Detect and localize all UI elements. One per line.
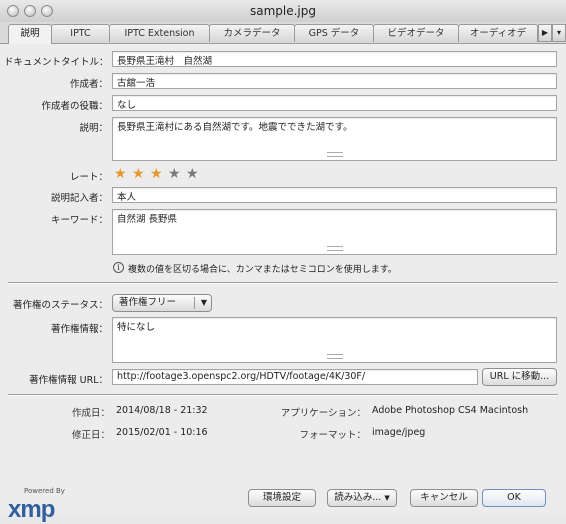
star-icon[interactable]: ★ [132,167,150,181]
keywords-text: 自然湖 長野県 [117,214,178,225]
import-button[interactable]: 読み込み... ▼ [327,489,397,507]
format-value: image/jpeg [372,427,426,438]
section-divider [8,282,558,284]
copyright-status-label: 著作権のステータス： [12,300,108,311]
modified-value: 2015/02/01 - 10:16 [116,427,208,438]
modified-label: 修正日： [71,430,110,441]
format-label: フォーマット： [299,430,366,441]
description-panel: ドキュメントタイトル： 長野県王滝村 自然湖 作成者： 古舘一浩 作成者の役職：… [0,44,566,523]
rating-stars: ★ ★ ★ ★ ★ [114,167,204,181]
keywords-textarea[interactable]: 自然湖 長野県 [112,209,557,255]
star-icon[interactable]: ★ [186,167,204,181]
keywords-label: キーワード： [50,215,108,226]
tab-scroll-right-icon[interactable]: ▶ [538,24,552,42]
description-text: 長野県王滝村にある自然湖です。地震でできた湖です。 [117,122,353,133]
xmp-logo: xmp [8,496,55,523]
star-icon[interactable]: ★ [168,167,186,181]
ok-button[interactable]: OK [482,489,546,507]
resize-grip-icon[interactable] [326,246,343,251]
tab-bar: 説明 IPTC IPTC Extension カメラデータ GPS データ ビデ… [0,22,566,44]
tab-menu-icon[interactable]: ▾ [552,24,566,42]
chevron-down-icon: ▼ [384,494,390,502]
created-value: 2014/08/18 - 21:32 [116,405,208,416]
description-writer-label: 説明記入者： [50,193,108,204]
copyright-notice-text: 特になし [117,322,156,333]
copyright-status-value: 著作権フリー [119,297,177,308]
powered-by-text: Powered By [24,487,65,495]
author-title-label: 作成者の役職： [41,101,108,112]
author-field[interactable]: 古舘一浩 [112,73,557,89]
keywords-hint: 複数の値を区切る場合に、カンマまたはセミコロンを使用します。 [128,265,397,275]
preferences-button[interactable]: 環境設定 [248,489,316,507]
tab-description[interactable]: 説明 [8,24,52,44]
tab-iptc[interactable]: IPTC [51,24,110,42]
description-writer-field[interactable]: 本人 [112,187,557,203]
tab-camera-data[interactable]: カメラデータ [209,24,295,42]
resize-grip-icon[interactable] [326,354,343,359]
application-label: アプリケーション： [280,408,366,419]
tab-audio-data[interactable]: オーディオデ [458,24,538,42]
copyright-notice-textarea[interactable]: 特になし [112,317,557,363]
window-titlebar: sample.jpg [0,0,566,23]
copyright-url-label: 著作権情報 URL： [29,375,108,386]
import-button-label: 読み込み... [334,492,382,503]
resize-grip-icon[interactable] [326,152,343,157]
tab-video-data[interactable]: ビデオデータ [373,24,459,42]
cancel-button[interactable]: キャンセル [410,489,478,507]
window-title: sample.jpg [249,4,316,18]
copyright-url-field[interactable]: http://footage3.openspc2.org/HDTV/footag… [112,369,478,385]
document-title-field[interactable]: 長野県王滝村 自然湖 [112,51,557,67]
star-icon[interactable]: ★ [114,167,132,181]
copyright-status-select[interactable]: 著作権フリー ▼ [112,294,212,312]
description-textarea[interactable]: 長野県王滝村にある自然湖です。地震でできた湖です。 [112,117,557,161]
document-title-label: ドキュメントタイトル： [4,57,109,68]
author-title-field[interactable]: なし [112,95,557,111]
copyright-notice-label: 著作権情報： [50,324,108,335]
star-icon[interactable]: ★ [150,167,168,181]
description-label: 説明： [79,123,108,134]
created-label: 作成日： [71,408,110,419]
application-value: Adobe Photoshop CS4 Macintosh [372,405,529,416]
rating-label: レート： [69,172,108,183]
tab-gps-data[interactable]: GPS データ [294,24,374,42]
author-label: 作成者： [69,79,108,90]
go-to-url-button[interactable]: URL に移動... [482,368,557,386]
info-icon: i [113,262,124,273]
section-divider [8,394,558,396]
chevron-down-icon: ▼ [200,298,207,307]
tab-iptc-extension[interactable]: IPTC Extension [109,24,210,42]
